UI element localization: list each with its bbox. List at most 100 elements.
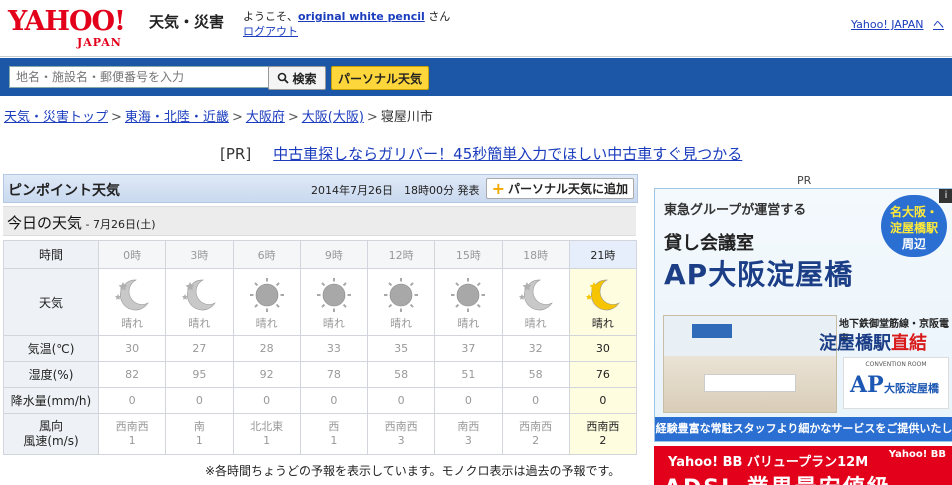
hour-cell: 9時	[299, 240, 369, 269]
ad-badge-line: 周辺	[901, 237, 926, 251]
hour-cell: 0時	[97, 240, 167, 269]
humidity-cell: 78	[299, 361, 369, 388]
forecast-table: 時間 0時 3時 6時 9時 12時 15時 18時 21時 天気 晴れ 晴れ 晴れ 晴れ 晴れ 晴れ 晴…	[3, 240, 638, 455]
wind-direction: 南	[193, 420, 205, 433]
info-icon[interactable]: i	[939, 189, 952, 203]
wind-cell: 北北東 1	[232, 413, 301, 455]
pr-tag: [PR]	[220, 145, 252, 163]
yahoo-bb-ad[interactable]: Yahoo! BB バリュープラン12M Yahoo! BB ADSL 業界最安…	[654, 446, 952, 485]
humidity-cell: 58	[366, 361, 436, 388]
wind-speed: 1	[263, 434, 271, 447]
weather-cell: 晴れ	[366, 268, 436, 336]
humidity-cell: 82	[97, 361, 167, 388]
username-link[interactable]: original white pencil	[298, 10, 425, 23]
forecast-note: ※各時間ちょうどの予報を表示しています。モノクロ表示は過去の予報です。	[205, 464, 621, 478]
weather-text: 晴れ	[121, 317, 144, 330]
yahoo-japan-logo[interactable]: YAHOO! JAPAN	[8, 6, 146, 50]
wind-direction: 西	[328, 420, 340, 433]
humidity-cell: 58	[501, 361, 570, 388]
temperature-cell: 32	[501, 335, 570, 362]
site-header: YAHOO! JAPAN 天気・災害 ようこそ、original white p…	[0, 0, 952, 57]
breadcrumb-item[interactable]: 東海・北陸・近畿	[125, 110, 229, 125]
ap-logo-name: 大阪淀屋橋	[884, 382, 939, 395]
logo-main: YAHOO!	[8, 6, 126, 37]
pinpoint-weather-title: ピンポイント天気	[8, 183, 120, 199]
wind-cell: 西南西 2	[501, 413, 570, 455]
hour-cell: 15時	[434, 240, 503, 269]
wind-cell: 西南西 2	[568, 413, 638, 455]
conference-room-ad[interactable]: i 東急グループが運営する 名大阪・ 淀屋橋駅 周辺 貸し会議室 AP大阪淀屋橋…	[654, 188, 952, 442]
hour-cell: 3時	[165, 240, 234, 269]
search-button[interactable]: 検索	[268, 66, 326, 90]
breadcrumb-item[interactable]: 大阪(大阪)	[302, 110, 364, 125]
weather-cell: 晴れ	[501, 268, 570, 336]
sun-icon	[435, 277, 501, 313]
humidity-cell: 95	[165, 361, 234, 388]
weather-text: 晴れ	[524, 317, 547, 330]
forecast-issued-time: 2014年7月26日 18時00分 発表	[311, 184, 480, 197]
ap-logo-mark: AP	[850, 372, 884, 398]
time-label: 時間	[3, 240, 99, 269]
temperature-cell: 30	[568, 335, 638, 362]
wind-cell: 西南西 3	[366, 413, 436, 455]
temperature-cell: 27	[165, 335, 234, 362]
weather-text: 晴れ	[390, 317, 413, 330]
conference-room-photo	[663, 315, 837, 413]
wind-direction: 北北東	[250, 420, 284, 433]
precipitation-cell: 0	[165, 387, 234, 414]
pr-text-ad: [PR] 中古車探しならガリバー！45秒簡単入力でほしい中古車すぐ見つかる	[220, 143, 742, 164]
moon-icon	[503, 277, 569, 313]
wind-cell: 南西 3	[434, 413, 503, 455]
ad-badge-line: 名大阪・	[889, 205, 938, 219]
wind-cell: 西1	[299, 413, 369, 455]
hour-cell: 12時	[366, 240, 436, 269]
weather-text: 晴れ	[457, 317, 480, 330]
yahoo-japan-link[interactable]: Yahoo! JAPAN	[851, 18, 924, 31]
wind-speed: 1	[128, 434, 136, 447]
hour-cell: 21時	[568, 240, 638, 269]
breadcrumb-separator: >	[287, 110, 299, 125]
breadcrumb-separator: >	[111, 110, 122, 125]
photo-desk	[704, 374, 796, 392]
wind-speed: 1	[330, 434, 338, 447]
breadcrumb-item[interactable]: 天気・災害トップ	[4, 110, 108, 125]
logout-link[interactable]: ログアウト	[243, 25, 298, 38]
precipitation-cell: 0	[501, 387, 570, 414]
moon-icon	[166, 277, 232, 313]
wind-direction: 西南西	[586, 420, 620, 433]
weather-cell: 晴れ	[165, 268, 234, 336]
breadcrumb-separator: >	[366, 110, 378, 125]
welcome-message: ようこそ、original white pencil さん ログアウト	[243, 9, 450, 39]
logo-sub: JAPAN	[77, 36, 122, 49]
today-title-text: 今日の天気	[7, 214, 83, 232]
search-icon	[278, 72, 290, 84]
pinpoint-weather-header: ピンポイント天気 2014年7月26日 18時00分 発表 + パーソナル天気に…	[3, 174, 638, 203]
ap-logo: CONVENTION ROOM AP 大阪淀屋橋	[843, 357, 949, 409]
moon-icon	[99, 277, 165, 313]
precipitation-row: 降水量(mm/h) 00000000	[3, 387, 638, 414]
temperature-row: 気温(℃) 30 27 28 33 35 37 32 30	[3, 335, 638, 362]
moon-icon	[570, 277, 636, 313]
search-button-label: 検索	[292, 71, 317, 86]
pr-ad-link[interactable]: 中古車探しならガリバー！45秒簡単入力でほしい中古車すぐ見つかる	[273, 145, 742, 163]
personal-weather-button[interactable]: パーソナル天気	[331, 66, 429, 90]
precipitation-cell: 0	[434, 387, 503, 414]
today-weather-header: 今日の天気 - 7月26日(土)	[3, 206, 636, 236]
add-personal-weather-button[interactable]: + パーソナル天気に追加	[485, 178, 634, 199]
search-input[interactable]	[9, 66, 269, 88]
wind-direction: 西南西	[519, 420, 553, 433]
help-link[interactable]: ヘ	[933, 18, 944, 31]
wind-speed: 2	[599, 434, 607, 447]
wind-speed: 3	[397, 434, 405, 447]
sun-icon	[234, 277, 300, 313]
breadcrumb-item[interactable]: 大阪府	[246, 110, 285, 125]
ad2-line2: ADSL 業界最安値級	[664, 470, 891, 485]
ad-station: 淀屋橋駅	[819, 333, 891, 354]
ad-line1: 東急グループが運営する	[664, 203, 807, 218]
today-weather-title: 今日の天気 - 7月26日(土)	[7, 212, 156, 233]
weather-text: 晴れ	[591, 317, 614, 330]
breadcrumb: 天気・災害トップ > 東海・北陸・近畿 > 大阪府 > 大阪(大阪) > 寝屋川市	[4, 106, 433, 125]
photo-wall	[664, 316, 836, 356]
add-button-label: パーソナル天気に追加	[507, 182, 628, 196]
photo-sign	[692, 324, 732, 338]
